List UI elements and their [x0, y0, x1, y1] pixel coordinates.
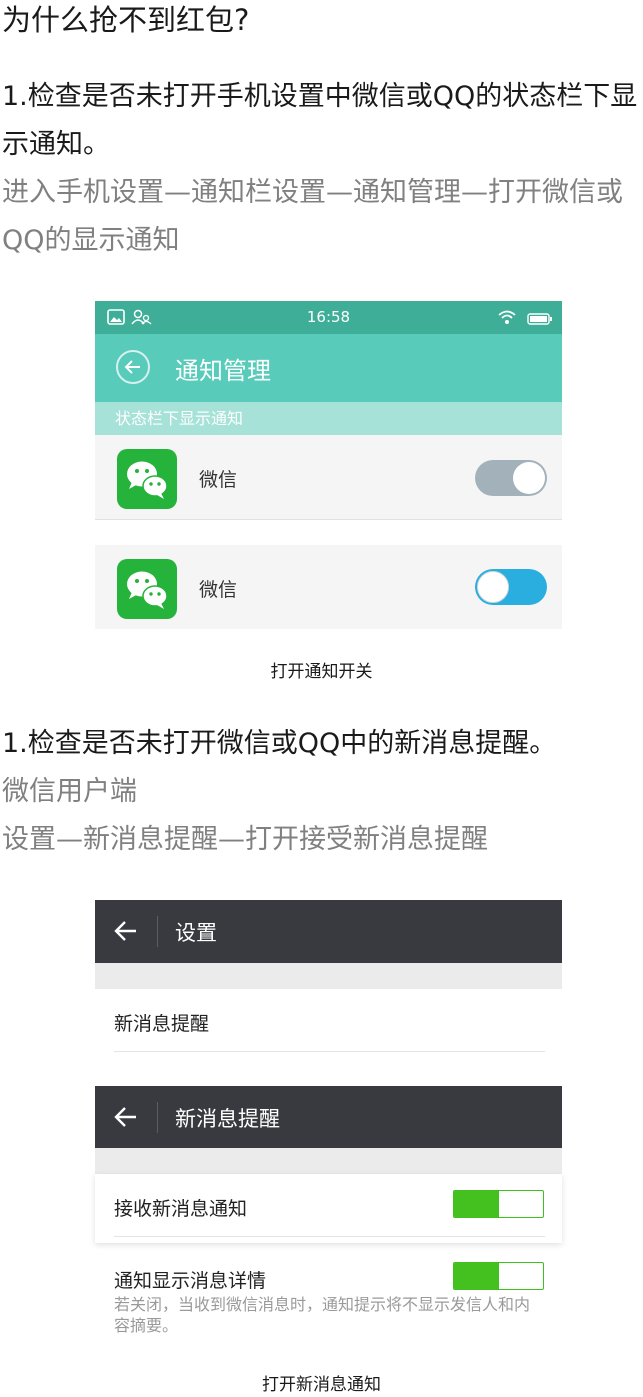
- new-message-top-bar: 新消息提醒: [95, 1086, 562, 1148]
- row-label-wechat: 微信: [199, 579, 238, 601]
- show-details-toggle[interactable]: [453, 1262, 544, 1290]
- back-arrow-icon[interactable]: [114, 920, 138, 942]
- phone-status-bar: 16:58: [95, 301, 562, 334]
- wechat-notification-row[interactable]: 微信: [95, 435, 562, 520]
- section2-line2: 设置—新消息提醒—打开接受新消息提醒: [2, 824, 488, 855]
- settings-top-bar: 设置: [95, 900, 562, 963]
- app-bar-title: 通知管理: [175, 357, 271, 385]
- back-button[interactable]: [116, 350, 150, 384]
- caption-2: 打开新消息通知: [262, 1375, 381, 1395]
- new-message-title: 新消息提醒: [175, 1107, 280, 1131]
- section-header: 状态栏下显示通知: [95, 402, 562, 435]
- notification-toggle-on[interactable]: [475, 569, 547, 605]
- wechat-app-icon: [117, 449, 177, 509]
- notification-toggle-on-screenshot: 微信: [95, 545, 562, 629]
- new-message-alert-label: 新消息提醒: [114, 1013, 210, 1035]
- wechat-app-icon: [117, 559, 177, 619]
- show-details-note: 若关闭，当收到微信消息时，通知提示将不显示发信人和内容摘要。: [114, 1295, 531, 1335]
- section1-path: 进入手机设置—通知栏设置—通知管理—打开微信或QQ的显示通知: [2, 177, 623, 256]
- status-time: 16:58: [306, 308, 351, 326]
- section1-heading: 1.检查是否未打开手机设置中微信或QQ的状态栏下显示通知。: [2, 81, 638, 160]
- row-label-wechat: 微信: [199, 469, 238, 491]
- back-arrow-icon: [124, 360, 140, 374]
- wechat-notification-row-on[interactable]: 微信: [95, 545, 562, 629]
- receive-notifications-row[interactable]: 接收新消息通知: [95, 1174, 562, 1243]
- section2-line1: 微信用户端: [2, 776, 137, 807]
- app-bar: 通知管理: [95, 334, 562, 402]
- caption-1: 打开通知开关: [270, 662, 373, 682]
- notification-settings-screenshot: 16:58 通知管理 状态栏下显示通知 微信: [95, 301, 562, 520]
- show-details-row[interactable]: 通知显示消息详情 若关闭，当收到微信消息时，通知提示将不显示发信人和内容摘要。: [95, 1250, 562, 1356]
- receive-notifications-toggle[interactable]: [453, 1190, 544, 1218]
- show-details-label: 通知显示消息详情: [114, 1270, 267, 1292]
- section2-heading: 1.检查是否未打开微信或QQ中的新消息提醒。: [2, 728, 557, 759]
- new-message-alert-item[interactable]: 新消息提醒: [95, 989, 562, 1052]
- notification-toggle-off[interactable]: [475, 460, 547, 496]
- battery-icon: [527, 313, 552, 325]
- back-arrow-icon[interactable]: [114, 1106, 138, 1128]
- wifi-icon: [498, 310, 516, 324]
- receive-notifications-label: 接收新消息通知: [114, 1198, 248, 1220]
- settings-title: 设置: [175, 921, 217, 945]
- page-title: 为什么抢不到红包?: [2, 3, 250, 37]
